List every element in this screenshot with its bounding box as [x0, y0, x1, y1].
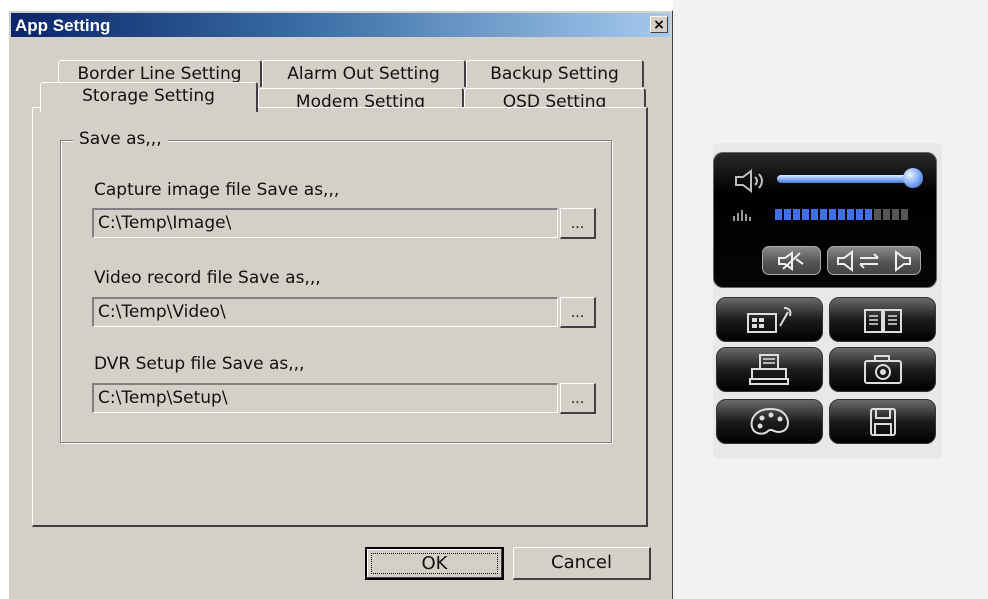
level-segment: [901, 209, 908, 220]
volume-slider-knob[interactable]: [903, 168, 923, 188]
level-segment: [883, 209, 890, 220]
level-segment: [892, 209, 899, 220]
close-icon: ×: [653, 16, 665, 33]
video-record-label: Video record file Save as,,,: [94, 268, 321, 288]
cancel-button[interactable]: Cancel: [513, 547, 651, 580]
video-record-path-field[interactable]: C:\Temp\Video\: [92, 297, 558, 327]
ok-label: OK: [371, 553, 498, 574]
tab-storage-setting[interactable]: Storage Setting: [40, 82, 258, 112]
tab-label: Alarm Out Setting: [287, 64, 440, 84]
dvr-setup-path-field[interactable]: C:\Temp\Setup\: [92, 383, 558, 413]
audio-switch-icon: [837, 249, 911, 272]
dialog-title: App Setting: [15, 16, 111, 35]
close-button[interactable]: ×: [650, 16, 668, 33]
book-icon: [863, 308, 902, 333]
level-segment: [838, 209, 845, 220]
palette-button[interactable]: [716, 399, 823, 444]
title-bar[interactable]: App Setting ×: [11, 13, 670, 37]
capture-image-label: Capture image file Save as,,,: [94, 180, 340, 200]
speaker-volume-icon: [735, 169, 763, 193]
level-segment: [820, 209, 827, 220]
setup-tool-icon: [746, 306, 791, 333]
tab-label: Backup Setting: [490, 64, 619, 84]
dvr-setup-browse-button[interactable]: ...: [560, 383, 596, 414]
capture-image-path-field[interactable]: C:\Temp\Image\: [92, 208, 558, 238]
clipped-caption-strip: [0, 0, 673, 10]
level-segment: [802, 209, 809, 220]
save-button[interactable]: [829, 399, 936, 444]
tab-backup-setting[interactable]: Backup Setting: [466, 60, 644, 87]
palette-icon: [750, 407, 789, 435]
tab-alarm-out-setting[interactable]: Alarm Out Setting: [262, 60, 466, 87]
capture-button[interactable]: [829, 347, 936, 392]
level-segment: [865, 209, 872, 220]
printer-icon: [748, 353, 789, 385]
camera-icon: [863, 354, 902, 384]
book-button[interactable]: [829, 297, 936, 342]
save-disk-icon: [869, 407, 896, 436]
mute-button[interactable]: [762, 246, 821, 275]
ok-button[interactable]: OK: [365, 547, 504, 580]
volume-slider-track[interactable]: [777, 175, 917, 183]
level-segment: [856, 209, 863, 220]
level-segment: [874, 209, 881, 220]
print-button[interactable]: [716, 347, 823, 392]
setup-tool-button[interactable]: [716, 297, 823, 342]
video-record-browse-button[interactable]: ...: [560, 297, 596, 328]
tab-label: Storage Setting: [82, 86, 215, 106]
level-segment: [775, 209, 782, 220]
level-segment: [793, 209, 800, 220]
level-meter-icon: [733, 210, 751, 221]
audio-switch-button[interactable]: [827, 246, 921, 275]
save-as-group-title: Save as,,,: [73, 129, 168, 149]
tab-label: Border Line Setting: [77, 64, 242, 84]
dvr-setup-label: DVR Setup file Save as,,,: [94, 354, 305, 374]
level-segment: [829, 209, 836, 220]
level-segment: [847, 209, 854, 220]
level-segment: [811, 209, 818, 220]
mute-icon: [777, 250, 804, 271]
capture-image-browse-button[interactable]: ...: [560, 208, 596, 239]
level-segment: [784, 209, 791, 220]
level-meter: [775, 209, 908, 220]
